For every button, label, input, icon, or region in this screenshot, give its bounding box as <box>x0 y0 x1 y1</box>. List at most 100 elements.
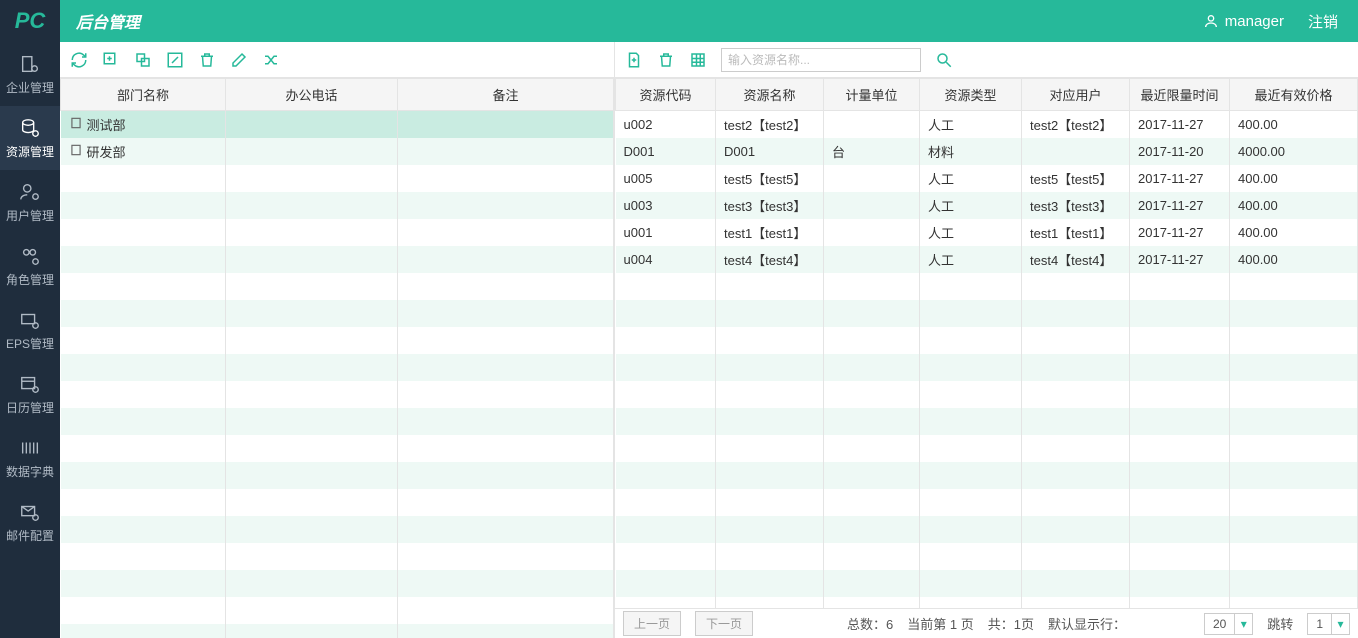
table-row[interactable]: 测试部 <box>61 111 614 139</box>
col-code[interactable]: 资源代码 <box>616 79 716 111</box>
table-row[interactable] <box>61 165 614 192</box>
table-row[interactable] <box>61 354 614 381</box>
table-row[interactable] <box>616 516 1358 543</box>
table-row[interactable]: D001D001台材料2017-11-204000.00 <box>616 138 1358 165</box>
cell-user: test5【test5】 <box>1022 165 1130 192</box>
table-row[interactable] <box>61 273 614 300</box>
sidebar-item-role[interactable]: 角色管理 <box>0 234 60 298</box>
table-row[interactable] <box>616 273 1358 300</box>
table-row[interactable] <box>61 246 614 273</box>
user-gear-icon <box>19 181 41 203</box>
table-row[interactable] <box>616 354 1358 381</box>
prev-page-button[interactable]: 上一页 <box>623 611 681 636</box>
table-row[interactable] <box>61 570 614 597</box>
add-document-icon[interactable] <box>625 51 643 69</box>
building-gear-icon <box>19 53 41 75</box>
edit-icon[interactable] <box>166 51 184 69</box>
user-name: manager <box>1225 13 1284 30</box>
grid-icon[interactable] <box>689 51 707 69</box>
delete-icon[interactable] <box>198 51 216 69</box>
table-row[interactable]: u002test2【test2】人工test2【test2】2017-11-27… <box>616 111 1358 139</box>
dept-name: 测试部 <box>87 115 126 134</box>
table-row[interactable]: u003test3【test3】人工test3【test3】2017-11-27… <box>616 192 1358 219</box>
cell-code: u004 <box>616 246 716 273</box>
table-row[interactable]: u004test4【test4】人工test4【test4】2017-11-27… <box>616 246 1358 273</box>
current-page-text: 当前第 1 页 <box>907 614 973 633</box>
table-row[interactable] <box>61 489 614 516</box>
sidebar-item-label: 日历管理 <box>6 399 54 416</box>
col-price[interactable]: 最近有效价格 <box>1230 79 1358 111</box>
cell-type: 人工 <box>920 111 1022 139</box>
sidebar-item-mail[interactable]: 邮件配置 <box>0 490 60 554</box>
sidebar-item-resource[interactable]: 资源管理 <box>0 106 60 170</box>
user-menu[interactable]: manager <box>1203 13 1284 30</box>
jump-value: 1 <box>1308 617 1331 631</box>
table-row[interactable] <box>61 300 614 327</box>
table-row[interactable]: u005test5【test5】人工test5【test5】2017-11-27… <box>616 165 1358 192</box>
cell-name: test5【test5】 <box>716 165 824 192</box>
cell-price: 400.00 <box>1230 246 1358 273</box>
next-page-button[interactable]: 下一页 <box>695 611 753 636</box>
col-user[interactable]: 对应用户 <box>1022 79 1130 111</box>
table-row[interactable] <box>61 462 614 489</box>
add-icon[interactable] <box>102 51 120 69</box>
sidebar-item-calendar[interactable]: 日历管理 <box>0 362 60 426</box>
table-row[interactable] <box>61 381 614 408</box>
table-row[interactable] <box>616 570 1358 597</box>
col-dept-name[interactable]: 部门名称 <box>61 79 226 111</box>
search-icon[interactable] <box>935 51 953 69</box>
table-row[interactable] <box>61 597 614 624</box>
table-row[interactable] <box>61 624 614 638</box>
col-type[interactable]: 资源类型 <box>920 79 1022 111</box>
sidebar-item-dictionary[interactable]: 数据字典 <box>0 426 60 490</box>
table-row[interactable] <box>616 381 1358 408</box>
table-row[interactable] <box>616 543 1358 570</box>
cell-time: 2017-11-27 <box>1130 219 1230 246</box>
col-dept-remark[interactable]: 备注 <box>398 79 614 111</box>
sidebar-item-enterprise[interactable]: 企业管理 <box>0 42 60 106</box>
cell-user: test1【test1】 <box>1022 219 1130 246</box>
delete-icon[interactable] <box>657 51 675 69</box>
table-row[interactable] <box>616 300 1358 327</box>
shuffle-icon[interactable] <box>262 51 280 69</box>
col-unit[interactable]: 计量单位 <box>824 79 920 111</box>
sidebar-item-user[interactable]: 用户管理 <box>0 170 60 234</box>
refresh-icon[interactable] <box>70 51 88 69</box>
table-row[interactable] <box>616 327 1358 354</box>
table-row[interactable] <box>61 192 614 219</box>
table-row[interactable] <box>61 543 614 570</box>
cell-unit <box>824 111 920 139</box>
dept-remark <box>398 111 614 139</box>
cell-code: u002 <box>616 111 716 139</box>
col-name[interactable]: 资源名称 <box>716 79 824 111</box>
table-row[interactable] <box>616 462 1358 489</box>
table-row[interactable] <box>616 489 1358 516</box>
eraser-icon[interactable] <box>230 51 248 69</box>
sidebar-item-eps[interactable]: EPS管理 <box>0 298 60 362</box>
table-row[interactable] <box>616 435 1358 462</box>
cell-time: 2017-11-27 <box>1130 111 1230 139</box>
logout-link[interactable]: 注销 <box>1308 11 1338 32</box>
table-row[interactable] <box>61 435 614 462</box>
users-gear-icon <box>19 245 41 267</box>
total-text: 总数：6 <box>847 614 893 633</box>
jump-page-select[interactable]: 1 ▾ <box>1307 613 1350 635</box>
rows-per-page-select[interactable]: 20 ▾ <box>1204 613 1253 635</box>
table-row[interactable] <box>61 327 614 354</box>
col-dept-phone[interactable]: 办公电话 <box>226 79 398 111</box>
table-row[interactable] <box>61 219 614 246</box>
table-row[interactable] <box>61 516 614 543</box>
col-time[interactable]: 最近限量时间 <box>1130 79 1230 111</box>
cell-time: 2017-11-27 <box>1130 192 1230 219</box>
table-row[interactable] <box>616 597 1358 608</box>
table-row[interactable]: u001test1【test1】人工test1【test1】2017-11-27… <box>616 219 1358 246</box>
table-row[interactable] <box>61 408 614 435</box>
copy-icon[interactable] <box>134 51 152 69</box>
table-row[interactable] <box>616 408 1358 435</box>
total-pages-text: 共：1页 <box>988 614 1034 633</box>
resource-search-input[interactable] <box>721 48 921 72</box>
pagination-footer: 上一页 下一页 总数：6 当前第 1 页 共：1页 默认显示行： 20 ▾ 跳转… <box>615 608 1358 638</box>
left-toolbar <box>60 42 614 78</box>
sidebar: 企业管理 资源管理 用户管理 角色管理 EPS管理 日历管理 <box>0 42 60 638</box>
table-row[interactable]: 研发部 <box>61 138 614 165</box>
